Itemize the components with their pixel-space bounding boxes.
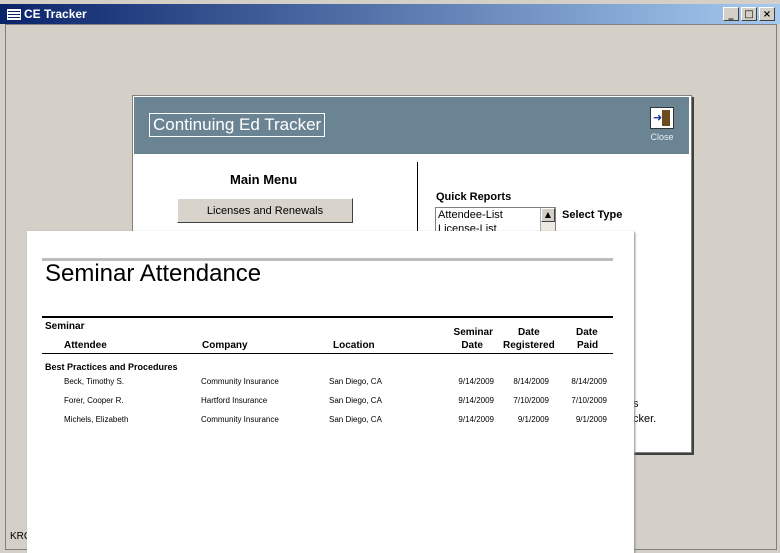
attendee-cell: Michels, Elizabeth <box>64 415 129 424</box>
select-type-label: Select Type <box>562 209 623 221</box>
attendee-cell: Beck, Timothy S. <box>64 377 125 386</box>
header-date-paid: Date <box>576 327 598 338</box>
report-title: Seminar Attendance <box>45 260 262 287</box>
close-window-button[interactable]: × <box>759 7 775 21</box>
company-cell: Community Insurance <box>201 415 279 424</box>
window-title: CE Tracker <box>24 7 87 21</box>
paid-cell: 7/10/2009 <box>571 396 607 405</box>
table-row: Beck, Timothy S. Community Insurance San… <box>27 377 634 391</box>
minimize-button[interactable]: _ <box>723 7 739 21</box>
header-location: Location <box>333 340 375 351</box>
divider <box>42 316 613 318</box>
header-seminar-date: Date <box>461 340 483 351</box>
quick-reports-label: Quick Reports <box>436 191 512 203</box>
header-seminar-date: Seminar <box>453 327 493 338</box>
location-cell: San Diego, CA <box>329 377 382 386</box>
registered-cell: 9/1/2009 <box>517 415 549 424</box>
form-header: Continuing Ed Tracker ➜ Close <box>134 97 689 154</box>
window-controls: _ □ × <box>723 7 775 21</box>
seminar-date-cell: 9/14/2009 <box>458 415 494 424</box>
list-item[interactable]: Attendee-List <box>436 208 555 222</box>
main-menu-heading: Main Menu <box>230 172 298 187</box>
group-heading: Best Practices and Procedures <box>45 362 178 372</box>
app-icon <box>6 8 22 21</box>
scroll-up-icon[interactable]: ▲ <box>541 208 555 222</box>
header-company: Company <box>202 340 248 351</box>
seminar-date-cell: 9/14/2009 <box>458 377 494 386</box>
header-date-registered: Date <box>518 327 540 338</box>
paid-cell: 9/1/2009 <box>575 415 607 424</box>
location-cell: San Diego, CA <box>329 396 382 405</box>
header-date-registered: Registered <box>503 340 555 351</box>
location-cell: San Diego, CA <box>329 415 382 424</box>
registered-cell: 8/14/2009 <box>513 377 549 386</box>
header-date-paid: Paid <box>577 340 599 351</box>
exit-door-icon: ➜ <box>650 107 674 129</box>
divider <box>42 353 613 354</box>
paid-cell: 8/14/2009 <box>571 377 607 386</box>
close-label: Close <box>650 132 674 142</box>
attendee-cell: Forer, Cooper R. <box>64 396 124 405</box>
licenses-and-renewals-button[interactable]: Licenses and Renewals <box>177 198 353 223</box>
table-row: Michels, Elizabeth Community Insurance S… <box>27 415 634 429</box>
form-title: Continuing Ed Tracker <box>149 113 326 137</box>
table-row: Forer, Cooper R. Hartford Insurance San … <box>27 396 634 410</box>
company-cell: Community Insurance <box>201 377 279 386</box>
app-window: CE Tracker _ □ × Continuing Ed Tracker ➜… <box>0 0 780 553</box>
title-bar[interactable]: CE Tracker _ □ × <box>0 4 780 24</box>
company-cell: Hartford Insurance <box>201 396 268 405</box>
report-preview: Seminar Attendance Seminar Attendee Comp… <box>27 231 634 553</box>
header-attendee: Attendee <box>64 340 107 351</box>
registered-cell: 7/10/2009 <box>513 396 549 405</box>
partial-text: cker. <box>633 413 657 425</box>
header-seminar: Seminar <box>45 321 85 332</box>
maximize-button[interactable]: □ <box>741 7 757 21</box>
close-button[interactable]: ➜ Close <box>647 107 677 147</box>
seminar-date-cell: 9/14/2009 <box>458 396 494 405</box>
